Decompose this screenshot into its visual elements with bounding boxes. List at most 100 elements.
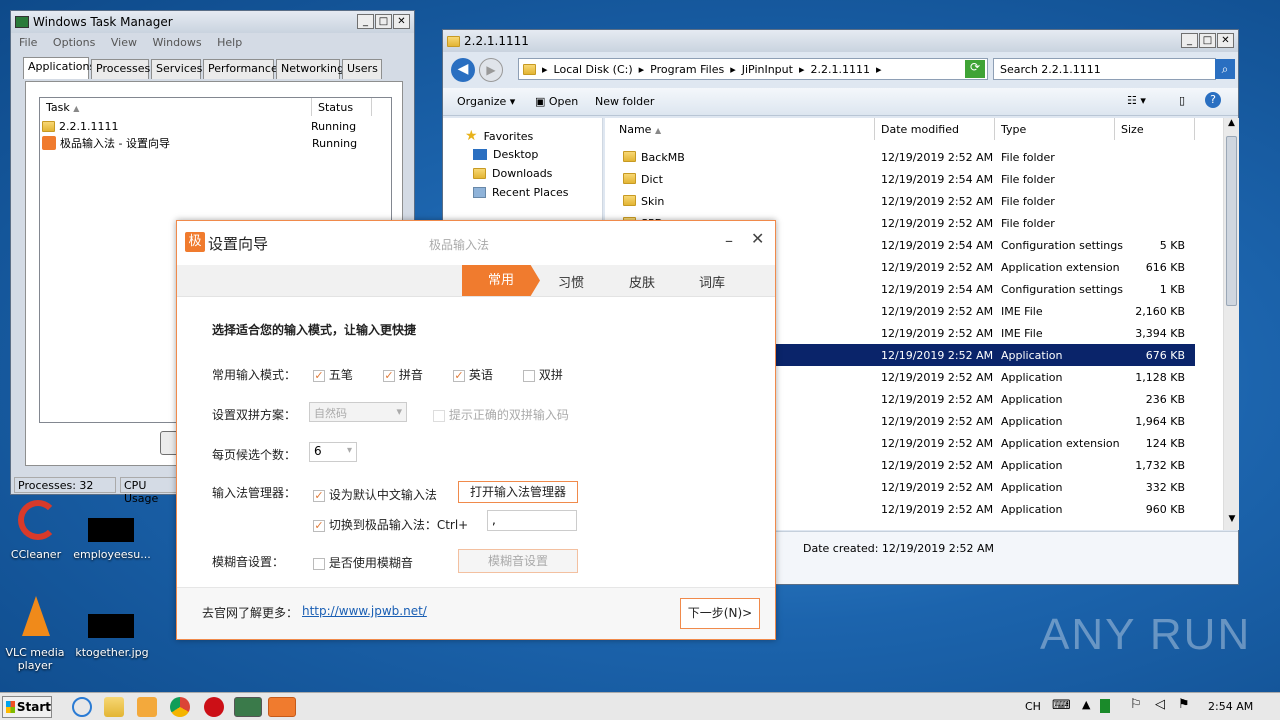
- checkbox-unchecked[interactable]: [313, 557, 325, 570]
- checkbox-checked[interactable]: ✓: [453, 369, 465, 382]
- fuzzy-settings-button[interactable]: 模糊音设置: [458, 549, 578, 573]
- view-icon[interactable]: ☷ ▾: [1127, 94, 1146, 107]
- help-icon[interactable]: ?: [1205, 92, 1221, 108]
- address-bar[interactable]: ▸ Local Disk (C:) ▸ Program Files ▸ JiPinI…: [518, 58, 988, 80]
- checkbox-unchecked[interactable]: [523, 369, 535, 382]
- opera-icon[interactable]: [204, 697, 224, 717]
- action-center-icon[interactable]: ⚑: [1178, 697, 1190, 712]
- checkbox-checked[interactable]: ✓: [313, 489, 325, 502]
- task-manager-taskbar-icon[interactable]: [234, 697, 262, 717]
- close-icon[interactable]: ✕: [751, 229, 764, 248]
- minimize-icon[interactable]: –: [725, 231, 733, 250]
- jipin-taskbar-icon[interactable]: [268, 697, 296, 717]
- menu-view[interactable]: View: [111, 36, 137, 49]
- tab-services[interactable]: Services: [151, 59, 202, 79]
- desktop-icon-ktogether[interactable]: ktogether.jpg: [72, 594, 152, 660]
- vertical-scrollbar[interactable]: ▲ ▼: [1223, 118, 1239, 530]
- search-icon[interactable]: ⌕: [1215, 59, 1235, 79]
- checkbox-checked[interactable]: ✓: [313, 519, 325, 532]
- tab-dictionary[interactable]: 词库: [699, 272, 725, 291]
- checkbox-checked[interactable]: ✓: [383, 369, 395, 382]
- preview-pane-icon[interactable]: ▯: [1179, 94, 1185, 107]
- clock[interactable]: 2:54 AM: [1208, 700, 1253, 713]
- nav-recent-places[interactable]: Recent Places: [473, 186, 569, 199]
- minimize-button[interactable]: _: [357, 14, 374, 29]
- set-default-ime[interactable]: ✓ 设为默认中文输入法: [313, 486, 437, 503]
- tab-skin[interactable]: 皮肤: [629, 272, 655, 291]
- tab-common[interactable]: 常用: [462, 265, 540, 296]
- chrome-icon[interactable]: [170, 697, 190, 717]
- breadcrumb-item[interactable]: 2.2.1.1111: [810, 63, 869, 76]
- column-task[interactable]: Task ▲: [40, 98, 312, 116]
- language-indicator[interactable]: CH: [1025, 700, 1041, 713]
- breadcrumb-item[interactable]: Program Files: [650, 63, 724, 76]
- tray-expand-icon[interactable]: ▲: [1082, 698, 1090, 711]
- volume-icon[interactable]: ◁: [1155, 697, 1165, 712]
- open-button[interactable]: ▣ Open: [535, 95, 578, 108]
- desktop-icon-vlc[interactable]: VLC media player: [0, 594, 72, 674]
- breadcrumb-item[interactable]: JiPinInput: [742, 63, 793, 76]
- tab-performance[interactable]: Performance: [203, 59, 278, 79]
- column-size[interactable]: Size: [1115, 118, 1195, 140]
- maximize-button[interactable]: □: [375, 14, 392, 29]
- scroll-thumb[interactable]: [1226, 136, 1237, 306]
- next-button[interactable]: 下一步(N)>: [680, 598, 760, 629]
- tab-applications[interactable]: Applications: [23, 57, 95, 79]
- mode-english[interactable]: ✓ 英语: [453, 366, 493, 383]
- use-fuzzy[interactable]: 是否使用模糊音: [313, 554, 413, 571]
- column-date[interactable]: Date modified: [875, 118, 995, 140]
- checkbox-checked[interactable]: ✓: [313, 369, 325, 382]
- forward-button[interactable]: ▶: [479, 58, 503, 82]
- nav-desktop[interactable]: Desktop: [473, 148, 538, 161]
- mode-pinyin[interactable]: ✓ 拼音: [383, 366, 423, 383]
- open-ime-manager-button[interactable]: 打开输入法管理器: [458, 481, 578, 503]
- column-name[interactable]: Name ▲: [605, 118, 875, 140]
- new-folder-button[interactable]: New folder: [595, 95, 654, 108]
- start-button[interactable]: Start: [2, 696, 52, 718]
- media-player-icon[interactable]: [137, 697, 157, 717]
- mode-shuangpin[interactable]: 双拼: [523, 366, 563, 383]
- explorer-titlebar[interactable]: 2.2.1.1111 _ □ ✕: [443, 30, 1238, 52]
- task-manager-titlebar[interactable]: Windows Task Manager _ □ ✕: [11, 11, 414, 33]
- task-row[interactable]: 2.2.1.1111 Running: [42, 118, 356, 134]
- tray-app-icon[interactable]: [1100, 699, 1110, 713]
- mode-wubi[interactable]: ✓ 五笔: [313, 366, 353, 383]
- tab-networking[interactable]: Networking: [276, 59, 344, 79]
- close-button[interactable]: ✕: [393, 14, 410, 29]
- list-item[interactable]: Dict 12/19/2019 2:54 AM File folder: [605, 168, 1195, 190]
- organize-button[interactable]: Organize ▾: [457, 95, 515, 108]
- desktop-icon-ccleaner[interactable]: CCleaner: [0, 498, 72, 564]
- switch-hotkey-label[interactable]: ✓ 切换到极品输入法：Ctrl+: [313, 516, 468, 533]
- menu-help[interactable]: Help: [217, 36, 242, 49]
- tab-users[interactable]: Users: [342, 59, 382, 79]
- menu-file[interactable]: File: [19, 36, 37, 49]
- tab-habit[interactable]: 习惯: [558, 272, 584, 291]
- list-item[interactable]: Skin 12/19/2019 2:52 AM File folder: [605, 190, 1195, 212]
- keyboard-icon[interactable]: ⌨: [1052, 698, 1071, 713]
- menu-options[interactable]: Options: [53, 36, 95, 49]
- column-status[interactable]: Status: [312, 98, 372, 116]
- ie-icon[interactable]: [72, 697, 92, 717]
- nav-favorites[interactable]: ★ Favorites: [465, 128, 533, 144]
- scroll-down-icon[interactable]: ▼: [1224, 514, 1240, 530]
- maximize-button[interactable]: □: [1199, 33, 1216, 48]
- tab-processes[interactable]: Processes: [91, 59, 150, 79]
- desktop-icon-employeesu[interactable]: employeesu...: [72, 498, 152, 564]
- explorer-icon[interactable]: [104, 697, 124, 717]
- task-row[interactable]: 极品输入法 - 设置向导 Running: [42, 135, 357, 151]
- refresh-button[interactable]: ⟳: [965, 60, 985, 78]
- hotkey-input[interactable]: ,: [487, 510, 577, 531]
- official-site-link[interactable]: http://www.jpwb.net/: [302, 604, 427, 618]
- list-item[interactable]: BackMB 12/19/2019 2:52 AM File folder: [605, 146, 1195, 168]
- menu-windows[interactable]: Windows: [152, 36, 201, 49]
- page-count-select[interactable]: 6 ▾: [309, 442, 357, 462]
- back-button[interactable]: ◀: [451, 58, 475, 82]
- column-type[interactable]: Type: [995, 118, 1115, 140]
- minimize-button[interactable]: _: [1181, 33, 1198, 48]
- search-input[interactable]: Search 2.2.1.1111: [993, 58, 1216, 80]
- network-icon[interactable]: ⚐: [1130, 697, 1142, 712]
- nav-downloads[interactable]: Downloads: [473, 167, 552, 180]
- scroll-up-icon[interactable]: ▲: [1224, 118, 1239, 134]
- close-button[interactable]: ✕: [1217, 33, 1234, 48]
- breadcrumb-item[interactable]: Local Disk (C:): [554, 63, 633, 76]
